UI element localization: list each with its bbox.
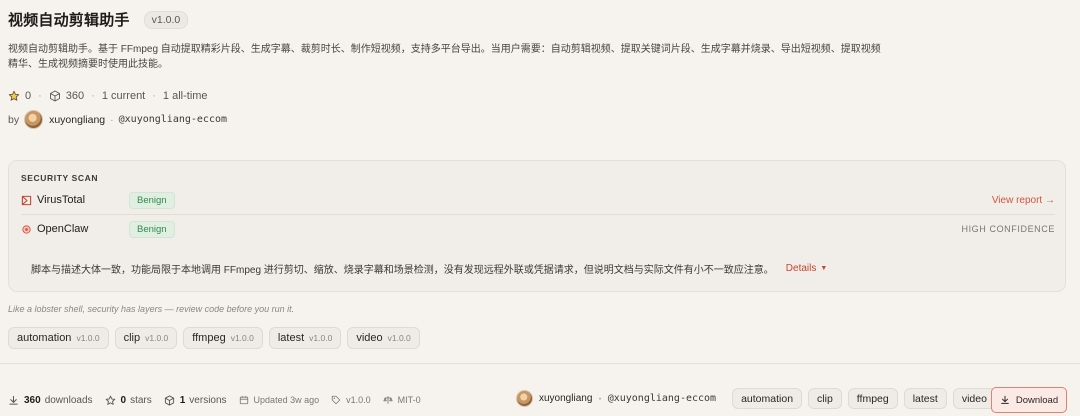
skill-description: 视频自动剪辑助手。基于 FFmpeg 自动提取精彩片段、生成字幕、裁剪时长、制作…: [8, 44, 881, 70]
all-time-installs: 1 all-time: [162, 90, 208, 102]
openclaw-icon: [21, 224, 32, 235]
chevron-down-icon: ▼: [820, 265, 828, 272]
tag-name: latest: [277, 332, 305, 344]
tag-version: v1.0.0: [76, 333, 100, 343]
tag-version: v1.0.0: [387, 333, 411, 343]
bottom-tag-list: automation clip ffmpeg latest video: [726, 388, 996, 409]
openclaw-name-group: OpenClaw: [21, 223, 129, 235]
virustotal-row: VirusTotal Benign View report →: [21, 190, 1055, 210]
downloads-stat: 360 downloads: [8, 395, 93, 406]
bottom-stats-bar: 360 downloads 0 stars 1 versions Updated…: [8, 390, 433, 410]
version-badge: v1.0.0: [143, 10, 189, 29]
bottom-tag-latest[interactable]: latest: [903, 388, 947, 409]
bottom-author-tags: xuyongliang · @xuyongliang-eccom automat…: [516, 388, 996, 409]
tag-icon: [331, 395, 341, 405]
author-handle[interactable]: @xuyongliang-eccom: [119, 114, 227, 125]
virustotal-name-group: VirusTotal: [21, 194, 129, 206]
download-button[interactable]: Download: [991, 387, 1067, 413]
versions-label: versions: [189, 394, 227, 406]
scan-summary: 脚本与描述大体一致，功能局限于本地调用 FFmpeg 进行剪切、缩放、烧录字幕和…: [31, 261, 827, 276]
tag-list: automation v1.0.0 clip v1.0.0 ffmpeg v1.…: [8, 327, 426, 349]
skill-page: 视频自动剪辑助手 v1.0.0 视频自动剪辑助手。基于 FFmpeg 自动提取精…: [0, 0, 1080, 416]
scan-summary-text: 脚本与描述大体一致，功能局限于本地调用 FFmpeg 进行剪切、缩放、烧录字幕和…: [31, 265, 774, 276]
scan-divider: [21, 214, 1055, 215]
stars-count: 0: [120, 394, 127, 406]
current-installs: 1 current: [101, 90, 146, 102]
separator: ·: [152, 90, 156, 102]
separator: ·: [110, 113, 114, 126]
tag-name: clip: [123, 332, 141, 344]
by-label: by: [8, 113, 20, 126]
downloads-label: downloads: [44, 394, 93, 406]
star-icon[interactable]: [8, 90, 20, 102]
versions-count: 1: [179, 394, 186, 406]
calendar-icon: [239, 395, 249, 405]
bottom-tag-automation[interactable]: automation: [732, 388, 803, 409]
stats-row: 0 · 360 · 1 current · 1 all-time: [8, 90, 208, 102]
openclaw-label: OpenClaw: [37, 223, 89, 235]
security-scan-label: SECURITY SCAN: [21, 173, 99, 183]
author-row: by xuyongliang · @xuyongliang-eccom: [8, 110, 227, 129]
tag-version: v1.0.0: [309, 333, 333, 343]
security-scan-card: SECURITY SCAN VirusTotal Benign View rep…: [8, 160, 1066, 292]
tag-version: v1.0.0: [145, 333, 169, 343]
scale-icon: [383, 395, 393, 405]
download-icon: [1000, 395, 1010, 405]
author-handle[interactable]: @xuyongliang-eccom: [608, 393, 716, 404]
tag-clip[interactable]: clip v1.0.0: [114, 327, 178, 349]
virustotal-verdict-badge: Benign: [129, 191, 175, 209]
tag-name: automation: [17, 332, 72, 344]
versions-stat: 1 versions: [164, 395, 227, 406]
version-label: v1.0.0: [346, 395, 371, 405]
openclaw-verdict-badge: Benign: [129, 220, 175, 238]
version-stat: v1.0.0: [331, 395, 371, 405]
virustotal-icon: [21, 195, 32, 206]
bottom-tag-clip[interactable]: clip: [808, 388, 842, 409]
stars-count: 0: [25, 90, 32, 102]
tag-latest[interactable]: latest v1.0.0: [268, 327, 342, 349]
virustotal-label: VirusTotal: [37, 194, 86, 206]
title-row: 视频自动剪辑助手 v1.0.0: [8, 9, 189, 30]
tag-version: v1.0.0: [230, 333, 254, 343]
stars-label: stars: [130, 394, 152, 406]
bottom-tag-video[interactable]: video: [952, 388, 996, 409]
page-title: 视频自动剪辑助手: [8, 12, 130, 29]
tag-automation[interactable]: automation v1.0.0: [8, 327, 109, 349]
license-label: MIT-0: [397, 395, 421, 405]
download-icon: [8, 395, 19, 406]
downloads-count: 360: [24, 394, 41, 406]
author-username[interactable]: xuyongliang: [49, 114, 105, 126]
view-report-link[interactable]: View report →: [992, 195, 1055, 206]
download-label: Download: [1015, 394, 1059, 406]
star-outline-icon: [105, 395, 116, 406]
separator: ·: [91, 90, 95, 102]
tag-ffmpeg[interactable]: ffmpeg v1.0.0: [183, 327, 263, 349]
author-username[interactable]: xuyongliang: [539, 393, 592, 404]
tag-name: video: [356, 332, 383, 344]
confidence-label: HIGH CONFIDENCE: [961, 224, 1055, 234]
details-toggle[interactable]: Details ▼: [786, 263, 828, 274]
tag-name: ffmpeg: [192, 332, 226, 344]
updated-label: Updated 3w ago: [253, 395, 320, 405]
separator: ·: [38, 90, 42, 102]
separator: ·: [597, 389, 603, 407]
openclaw-row: OpenClaw Benign HIGH CONFIDENCE: [21, 219, 1055, 239]
avatar[interactable]: [516, 390, 533, 407]
package-icon: [49, 90, 61, 102]
tag-video[interactable]: video v1.0.0: [347, 327, 420, 349]
package-icon: [164, 394, 175, 406]
stars-stat: 0 stars: [105, 395, 152, 406]
license-stat: MIT-0: [383, 395, 421, 405]
bottom-tag-ffmpeg[interactable]: ffmpeg: [847, 388, 898, 409]
section-divider: [0, 363, 1080, 364]
updated-stat: Updated 3w ago: [239, 395, 320, 405]
security-tagline: Like a lobster shell, security has layer…: [8, 304, 295, 314]
installs-count: 360: [65, 90, 85, 102]
details-label: Details: [785, 263, 817, 274]
avatar[interactable]: [24, 110, 44, 129]
